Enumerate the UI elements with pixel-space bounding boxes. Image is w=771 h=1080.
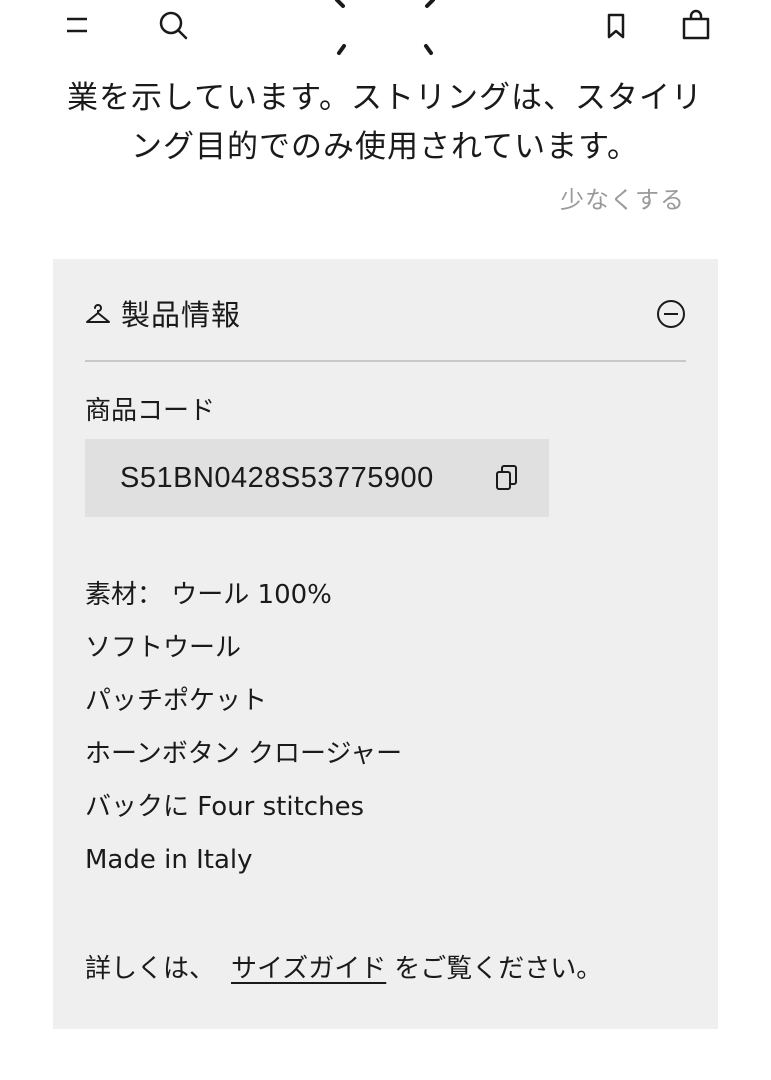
description-line-2: ング目的でのみ使用されています。 xyxy=(131,129,639,165)
divider xyxy=(85,360,686,362)
product-info-panel: 製品情報 商品コード S51BN0428S53775900 素材： ウール 10… xyxy=(53,259,718,1029)
copy-icon xyxy=(496,465,517,490)
shopping-bag-icon xyxy=(682,9,710,40)
description-line-1: 業を示しています。ストリングは、スタイリ xyxy=(67,80,703,116)
top-navigation xyxy=(0,0,771,60)
minus-circle-icon xyxy=(657,300,685,328)
size-guide-suffix: をご覧ください。 xyxy=(394,954,603,984)
product-code-label: 商品コード xyxy=(85,396,216,426)
search-button[interactable] xyxy=(156,8,190,42)
brand-logo[interactable] xyxy=(325,0,445,62)
feature-material: 素材： ウール 100% xyxy=(85,580,332,610)
feature-item: パッチポケット xyxy=(85,686,268,716)
size-guide-prefix: 詳しくは、 xyxy=(85,954,216,984)
menu-button[interactable] xyxy=(62,10,92,40)
show-less-button[interactable]: 少なくする xyxy=(560,180,685,215)
feature-item: バックに Four stitches xyxy=(85,792,365,822)
feature-item: ホーンボタン クロージャー xyxy=(85,739,403,769)
search-icon xyxy=(159,11,188,40)
bookmark-icon xyxy=(607,13,625,39)
feature-item: ソフトウール xyxy=(85,633,242,663)
logo-mark-icon xyxy=(335,0,435,55)
copy-code-button[interactable] xyxy=(493,463,521,493)
product-code-box: S51BN0428S53775900 xyxy=(85,439,549,517)
product-features-list: 素材： ウール 100% ソフトウール パッチポケット ホーンボタン クロージャ… xyxy=(85,569,402,887)
bookmark-button[interactable] xyxy=(601,10,631,42)
product-info-title: 製品情報 xyxy=(121,298,242,332)
shopping-bag-button[interactable] xyxy=(679,8,713,42)
feature-origin: Made in Italy xyxy=(85,845,253,875)
hanger-icon xyxy=(86,304,110,323)
menu-icon xyxy=(67,17,87,33)
product-description: 業を示しています。ストリングは、スタイリ ング目的でのみ使用されています。 xyxy=(40,74,730,172)
size-guide-link[interactable]: サイズガイド xyxy=(231,954,386,984)
product-info-header[interactable]: 製品情報 xyxy=(85,291,686,361)
collapse-button[interactable] xyxy=(656,299,686,329)
product-code-value: S51BN0428S53775900 xyxy=(120,462,434,494)
size-guide-text: 詳しくは、 サイズガイド をご覧ください。 xyxy=(85,949,602,989)
